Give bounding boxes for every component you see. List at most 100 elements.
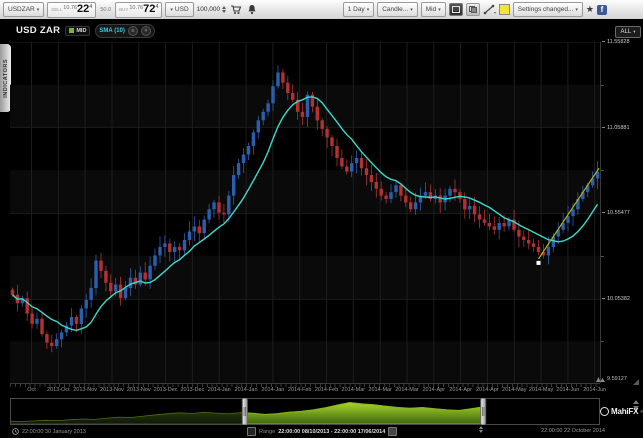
sma-remove-icon[interactable]: × — [141, 26, 151, 36]
buy-fraction: 4 — [155, 4, 158, 10]
logo-text: MahiFX — [611, 407, 638, 416]
trendline-tool-icon[interactable] — [483, 3, 496, 16]
trendline-anchor-marker[interactable] — [537, 261, 541, 265]
chevron-down-icon: ▾ — [410, 7, 413, 13]
chevron-down-icon: ▾ — [633, 29, 635, 35]
navigator-handle-left[interactable] — [242, 398, 247, 425]
navigator-handle-right[interactable] — [481, 398, 486, 425]
sma-label: SMA (10) — [99, 28, 124, 34]
chart-type-select[interactable]: Candle... ▾ — [377, 2, 418, 17]
x-axis-label: 2014-Feb — [288, 387, 312, 393]
chart-header: USD ZAR MID SMA (10) ≡ × — [16, 24, 155, 37]
y-axis-label: 10.55477 — [602, 210, 630, 216]
pair-select-value: USDZAR — [8, 6, 35, 13]
green-square-icon — [69, 28, 74, 33]
price-type-value: Mid — [426, 6, 436, 13]
amount-value: 100,000 — [197, 6, 221, 13]
y-axis-labels: 11.5582811.0588110.5547710.05382 — [601, 42, 643, 383]
indicators-tab-label: INDICATORS — [3, 59, 9, 98]
y-axis-label: 11.55828 — [602, 39, 630, 45]
facebook-icon[interactable]: f — [597, 5, 607, 15]
x-axis-label: 2013-Oct — [47, 387, 70, 393]
x-axis-label: 2014-May — [502, 387, 526, 393]
zoom-all-button[interactable]: ALL ▾ — [615, 26, 641, 38]
x-axis-label: 2014-Feb — [315, 387, 339, 393]
chart-title: USD ZAR — [16, 25, 60, 36]
mahifx-logo: MahiFX ® — [600, 407, 643, 416]
y-axis-minor-tick — [601, 85, 604, 86]
x-axis-label: 2014-Apr — [476, 387, 499, 393]
y-axis-minor-tick — [601, 341, 604, 342]
range-navigator[interactable] — [10, 398, 600, 425]
y-axis-label: 10.05382 — [602, 296, 630, 302]
x-axis-label: 2014-Jan — [235, 387, 258, 393]
stepper-arrows-icon[interactable] — [222, 6, 226, 13]
currency-select[interactable]: ▾ USD — [165, 2, 193, 17]
area-min-icon — [596, 376, 605, 382]
mid-price-badge: MID — [65, 26, 90, 36]
navigator-start-time: 22:00:00 30 January 2013 — [12, 428, 86, 435]
x-axis-labels: Oct2013-Oct2013-Nov2013-Nov2013-Nov2013-… — [10, 387, 600, 396]
buy-button[interactable]: BUY 10.76 72 4 — [115, 2, 162, 18]
settings-value: Settings changed... — [518, 6, 574, 13]
chevron-down-icon: ▾ — [367, 7, 370, 13]
price-type-select[interactable]: Mid ▾ — [421, 2, 446, 17]
x-axis-label: 2014-Jun — [583, 387, 606, 393]
settings-select[interactable]: Settings changed... ▾ — [513, 2, 583, 17]
axis-min-label: 9.59127 — [596, 376, 627, 382]
mid-badge-label: MID — [76, 28, 86, 34]
clock-icon — [12, 428, 19, 435]
chart-popout-icon[interactable] — [449, 3, 463, 16]
resize-corner-icon[interactable] — [633, 379, 639, 385]
buy-pips: 72 — [143, 4, 155, 15]
buy-big-figure: 10.76 — [129, 5, 143, 11]
sma-indicator-pill: SMA (10) ≡ × — [95, 24, 154, 38]
x-axis-label: 2014-Apr — [449, 387, 472, 393]
amount-stepper[interactable]: 100,000 — [197, 6, 227, 13]
x-axis-label: 2014-Jun — [556, 387, 579, 393]
x-axis-label: 2013-Dec — [154, 387, 178, 393]
pair-select[interactable]: USDZAR ▾ — [3, 2, 44, 17]
sma-settings-icon[interactable]: ≡ — [128, 26, 138, 36]
sell-big-figure: 10.76 — [63, 5, 77, 11]
y-min-value: 9.59127 — [607, 376, 627, 382]
logo-ring-icon — [600, 407, 609, 416]
x-axis-label: 2014-Apr — [422, 387, 445, 393]
sell-pips: 22 — [77, 4, 89, 15]
y-axis-minor-tick — [601, 170, 604, 171]
period-select[interactable]: 1 Day ▾ — [343, 2, 375, 17]
range-value: 22:00:00 08/10/2013 - 22:00:00 17/06/201… — [278, 429, 385, 435]
period-value: 1 Day — [348, 6, 365, 13]
scroll-up-icon[interactable] — [633, 400, 639, 404]
range-label: Range — [259, 429, 275, 435]
range-marker-end-icon[interactable] — [388, 427, 397, 436]
chevron-down-icon: ▾ — [438, 7, 441, 13]
x-axis-label: 2014-Jan — [208, 387, 231, 393]
buy-label: BUY — [119, 7, 128, 12]
chart-type-value: Candle... — [382, 6, 408, 13]
bell-icon[interactable] — [245, 3, 258, 16]
sell-button[interactable]: SELL 10.76 22 4 — [47, 2, 96, 18]
chart-settings-controls: 1 Day ▾ Candle... ▾ Mid ▾ Settings chang… — [343, 2, 643, 17]
spread-value: 50.0 — [99, 7, 112, 13]
x-axis-label: 2014-Jan — [261, 387, 284, 393]
trade-controls: USDZAR ▾ SELL 10.76 22 4 50.0 BUY 10.76 … — [0, 2, 258, 18]
chevron-down-icon: ▾ — [575, 7, 578, 13]
favorite-star-icon[interactable]: ★ — [586, 5, 594, 14]
candlestick-plot[interactable] — [10, 42, 600, 383]
x-axis-label: 2013-Dec — [180, 387, 204, 393]
x-axis-label: 2013-Nov — [73, 387, 97, 393]
x-axis-label: 2014-Mar — [395, 387, 419, 393]
trading-chart-app: USDZAR ▾ SELL 10.76 22 4 50.0 BUY 10.76 … — [0, 0, 643, 438]
color-swatch-yellow[interactable] — [499, 4, 510, 15]
x-axis-label: 2014-May — [529, 387, 553, 393]
x-axis-label: 2013-Nov — [100, 387, 124, 393]
tile-windows-icon[interactable] — [466, 3, 480, 16]
range-marker-start-icon[interactable] — [247, 427, 256, 436]
chevron-down-icon: ▾ — [37, 7, 40, 13]
basket-icon[interactable] — [229, 3, 242, 16]
x-axis-label: Oct — [27, 387, 36, 393]
x-axis-label: 2014-Mar — [342, 387, 366, 393]
y-axis-minor-tick — [601, 256, 604, 257]
x-axis-label: 2014-Mar — [368, 387, 392, 393]
